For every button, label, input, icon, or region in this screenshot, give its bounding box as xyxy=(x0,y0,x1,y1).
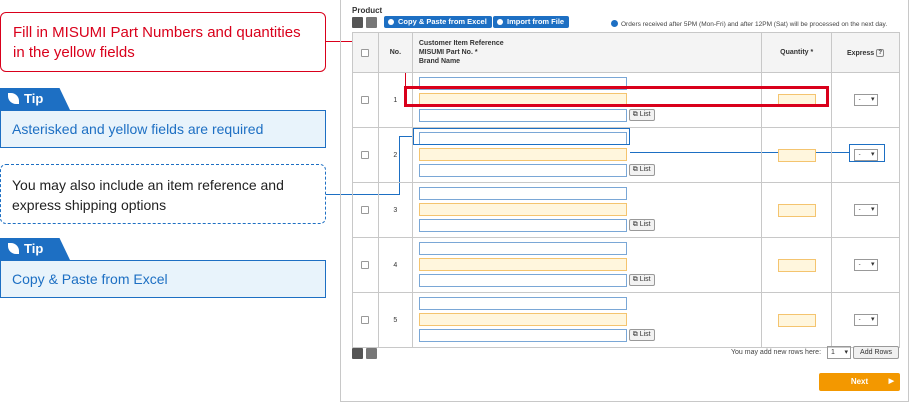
tip-tab-2: Tip xyxy=(0,238,70,260)
header-no: No. xyxy=(377,32,413,73)
reference-cell: ⧉ List xyxy=(411,292,763,348)
table-row: 3 ⧉ List - xyxy=(352,182,900,238)
express-select[interactable]: - xyxy=(853,259,878,271)
express-cell: - xyxy=(831,237,900,293)
add-rows-button[interactable]: Add Rows xyxy=(853,346,899,359)
trash-icon[interactable] xyxy=(352,348,363,359)
list-button[interactable]: ⧉ List xyxy=(628,108,655,121)
next-button[interactable]: Next ▶ xyxy=(819,373,900,391)
import-file-button[interactable]: Import from File xyxy=(493,16,570,28)
section-title: Product xyxy=(352,6,383,15)
highlight-reference-field xyxy=(413,128,630,145)
customer-reference-input[interactable] xyxy=(418,296,627,310)
brand-name-input[interactable] xyxy=(418,218,627,232)
leaf-icon xyxy=(8,93,19,104)
row-checkbox[interactable] xyxy=(361,261,370,269)
select-all-cell xyxy=(352,32,379,73)
customer-reference-input[interactable] xyxy=(418,186,627,200)
reference-cell: ⧉ List xyxy=(411,237,763,293)
brand-name-input[interactable] xyxy=(418,273,627,287)
part-number-input[interactable] xyxy=(418,257,627,271)
part-number-input[interactable] xyxy=(418,312,627,326)
row-select-cell xyxy=(352,182,379,238)
customer-reference-input[interactable] xyxy=(418,241,627,255)
help-icon[interactable]: ? xyxy=(876,48,885,57)
tip-box-required: Asterisked and yellow fields are require… xyxy=(0,110,326,148)
express-cell: - xyxy=(831,72,900,128)
highlight-express-select xyxy=(849,144,885,162)
row-checkbox[interactable] xyxy=(361,151,370,159)
leaf-icon xyxy=(8,243,19,254)
row-number: 5 xyxy=(377,292,413,348)
header-reference: Customer Item Reference MISUMI Part No. … xyxy=(411,32,763,73)
tip-label-1: Tip xyxy=(24,91,44,106)
part-number-input[interactable] xyxy=(418,147,627,161)
copy-icon[interactable] xyxy=(366,348,377,359)
select-all-checkbox[interactable] xyxy=(361,48,370,57)
express-cell: - xyxy=(831,292,900,348)
part-number-input[interactable] xyxy=(418,202,627,216)
brand-name-input[interactable] xyxy=(418,163,627,177)
quantity-input[interactable] xyxy=(777,258,816,272)
reference-cell: ⧉ List xyxy=(411,182,763,238)
quantity-input[interactable] xyxy=(777,148,816,162)
highlight-required-row xyxy=(404,86,829,107)
row-checkbox[interactable] xyxy=(361,316,370,324)
row-select-cell xyxy=(352,237,379,293)
tip-tab-1: Tip xyxy=(0,88,70,110)
row-number: 3 xyxy=(377,182,413,238)
row-number: 2 xyxy=(377,127,413,183)
express-cell: - xyxy=(831,182,900,238)
table-row: 4 ⧉ List - xyxy=(352,237,900,293)
quantity-input[interactable] xyxy=(777,313,816,327)
row-select-cell xyxy=(352,292,379,348)
row-checkbox[interactable] xyxy=(361,96,370,104)
order-table: No. Customer Item Reference MISUMI Part … xyxy=(352,32,900,348)
arrow-right-icon: ▶ xyxy=(888,378,894,385)
add-rows-label: You may add new rows here: xyxy=(731,349,822,356)
table-row: 5 ⧉ List - xyxy=(352,292,900,348)
add-rows-select[interactable]: 1 ▾ xyxy=(827,346,851,359)
trash-icon[interactable] xyxy=(352,17,363,28)
brand-name-input[interactable] xyxy=(418,108,627,122)
copy-icon[interactable] xyxy=(366,17,377,28)
express-select[interactable]: - xyxy=(853,94,878,106)
row-checkbox[interactable] xyxy=(361,206,370,214)
copy-paste-excel-button[interactable]: Copy & Paste from Excel xyxy=(384,16,492,28)
row-select-cell xyxy=(352,127,379,183)
tip-label-2: Tip xyxy=(24,241,44,256)
list-button[interactable]: ⧉ List xyxy=(628,163,655,176)
processing-notice: Orders received after 5PM (Mon-Fri) and … xyxy=(611,20,887,28)
quantity-cell xyxy=(761,237,833,293)
row-number: 4 xyxy=(377,237,413,293)
express-select[interactable]: - xyxy=(853,204,878,216)
list-button[interactable]: ⧉ List xyxy=(628,273,655,286)
list-button[interactable]: ⧉ List xyxy=(628,218,655,231)
row-select-cell xyxy=(352,72,379,128)
chevron-down-icon: ▾ xyxy=(844,349,848,356)
optional-fields-callout: You may also include an item reference a… xyxy=(0,164,326,224)
quantity-input[interactable] xyxy=(777,203,816,217)
header-express: Express ? xyxy=(831,32,900,73)
tip-box-copy-paste: Copy & Paste from Excel xyxy=(0,260,326,298)
quantity-cell xyxy=(761,292,833,348)
quantity-cell xyxy=(761,127,833,183)
fill-in-callout: Fill in MISUMI Part Numbers and quantiti… xyxy=(0,12,326,72)
list-button[interactable]: ⧉ List xyxy=(628,328,655,341)
info-icon xyxy=(611,20,618,27)
brand-name-input[interactable] xyxy=(418,328,627,342)
quantity-cell xyxy=(761,182,833,238)
header-quantity: Quantity * xyxy=(761,32,833,73)
express-select[interactable]: - xyxy=(853,314,878,326)
